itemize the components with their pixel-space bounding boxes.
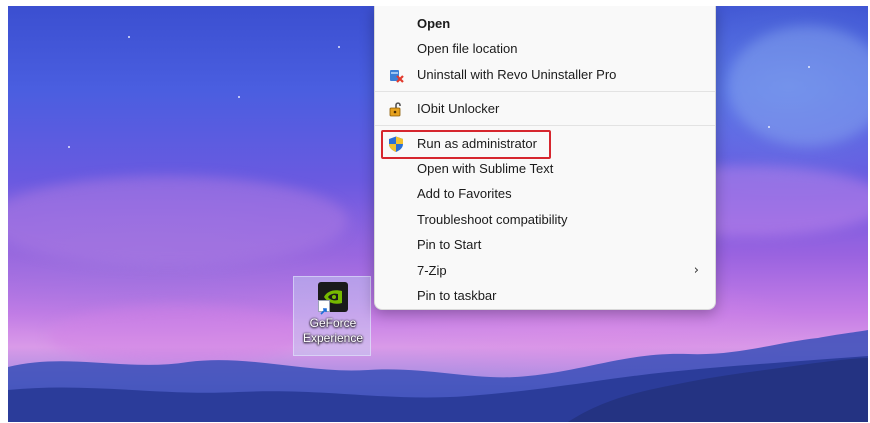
- menu-separator: [375, 125, 715, 126]
- menu-item-label: Open: [417, 16, 451, 31]
- menu-item-label: Uninstall with Revo Uninstaller Pro: [417, 67, 617, 82]
- desktop-shortcut-label-line1: GeForce: [309, 316, 357, 330]
- menu-item-open-file-location[interactable]: Open file location: [375, 37, 715, 61]
- menu-item-open[interactable]: Open: [375, 12, 715, 36]
- wallpaper-star: [338, 46, 340, 48]
- menu-item-label: Open with Sublime Text: [417, 161, 554, 176]
- menu-item-pin-to-start[interactable]: Pin to Start: [375, 233, 715, 257]
- menu-item-7-zip[interactable]: 7-Zip ›: [375, 259, 715, 283]
- menu-item-label: IObit Unlocker: [417, 101, 500, 116]
- context-menu: Open Open file location Uninstall with R…: [374, 6, 716, 310]
- wallpaper-star: [768, 126, 770, 128]
- nvidia-icon: [318, 282, 348, 315]
- chevron-right-icon: ›: [693, 263, 699, 278]
- menu-item-label: Pin to taskbar: [417, 288, 497, 303]
- desktop-shortcut-geforce-experience[interactable]: GeForce Experience: [293, 276, 371, 356]
- screenshot-frame: GeForce Experience Open Open file locati…: [8, 6, 868, 422]
- wallpaper-star: [68, 146, 70, 148]
- menu-item-label: Open file location: [417, 41, 518, 56]
- wallpaper-star: [128, 36, 130, 38]
- revo-uninstaller-icon: [387, 66, 405, 84]
- menu-item-label: Add to Favorites: [417, 186, 512, 201]
- menu-item-pin-to-taskbar[interactable]: Pin to taskbar: [375, 284, 715, 308]
- wallpaper-cloud: [728, 26, 868, 146]
- desktop-shortcut-label: GeForce Experience: [294, 316, 372, 346]
- wallpaper-cloud: [8, 176, 348, 266]
- wallpaper-star: [238, 96, 240, 98]
- menu-item-troubleshoot-compatibility[interactable]: Troubleshoot compatibility: [375, 208, 715, 232]
- menu-item-label: Pin to Start: [417, 237, 482, 252]
- shortcut-arrow-icon: [318, 300, 330, 315]
- menu-separator: [375, 91, 715, 92]
- menu-item-open-with-sublime-text[interactable]: Open with Sublime Text: [375, 157, 715, 181]
- menu-item-add-to-favorites[interactable]: Add to Favorites: [375, 182, 715, 206]
- highlight-annotation-box: [381, 130, 551, 159]
- wallpaper-hills: [8, 330, 868, 422]
- menu-item-label: Troubleshoot compatibility: [417, 212, 568, 227]
- iobit-unlocker-icon: [387, 100, 405, 118]
- menu-item-label: 7-Zip: [417, 263, 447, 278]
- menu-item-iobit-unlocker[interactable]: IObit Unlocker: [375, 97, 715, 121]
- wallpaper-star: [808, 66, 810, 68]
- menu-item-uninstall-revo[interactable]: Uninstall with Revo Uninstaller Pro: [375, 63, 715, 87]
- desktop-shortcut-label-line2: Experience: [302, 331, 364, 345]
